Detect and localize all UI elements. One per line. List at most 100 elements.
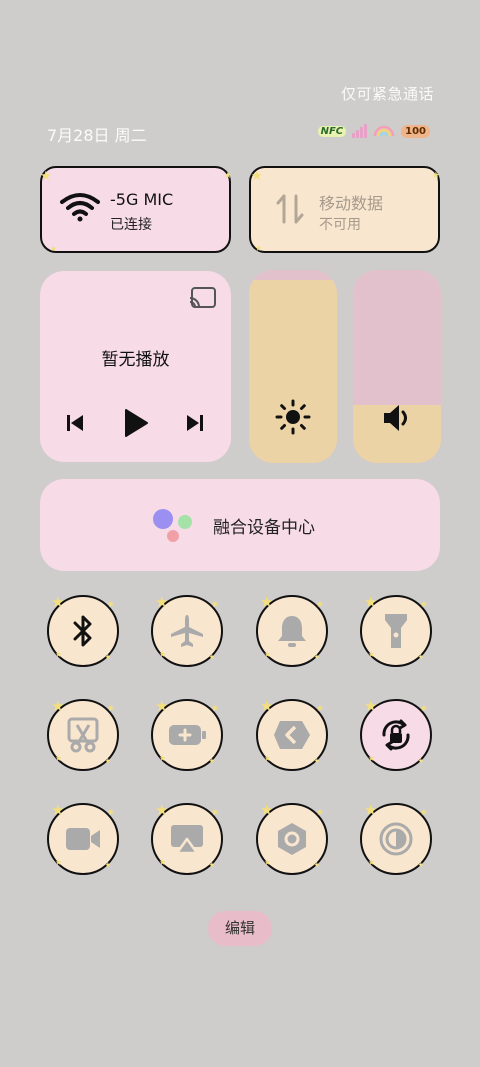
screencast-toggle[interactable]: ★ ★ ★ ★ bbox=[151, 803, 223, 875]
star-decoration-icon: ★ bbox=[159, 754, 167, 763]
star-decoration-icon: ★ bbox=[208, 861, 215, 869]
status-icons: NFC 100 bbox=[317, 124, 430, 138]
star-decoration-icon: ★ bbox=[106, 704, 115, 714]
previous-icon[interactable] bbox=[64, 411, 86, 435]
star-decoration-icon: ★ bbox=[210, 704, 219, 714]
media-player-card[interactable]: 暂无播放 bbox=[40, 271, 231, 462]
rotation-lock-toggle[interactable]: ★ ★ ★ ★ bbox=[360, 699, 432, 771]
battery-saver-icon bbox=[169, 725, 206, 745]
dark-mode-icon bbox=[379, 822, 413, 856]
star-decoration-icon: ★ bbox=[368, 754, 376, 763]
star-decoration-icon: ★ bbox=[51, 697, 65, 715]
star-decoration-icon: ★ bbox=[313, 861, 320, 869]
star-decoration-icon: ★ bbox=[431, 171, 440, 181]
date-label: 7月28日 周二 bbox=[47, 126, 147, 145]
star-decoration-icon: ★ bbox=[40, 169, 52, 184]
device-center-label: 融合设备中心 bbox=[213, 518, 315, 538]
star-decoration-icon: ★ bbox=[159, 858, 167, 867]
wifi-tile[interactable]: ★ ★ ★ -5G MIC 已连接 bbox=[40, 166, 232, 253]
star-decoration-icon: ★ bbox=[364, 801, 378, 819]
star-decoration-icon: ★ bbox=[260, 801, 274, 819]
star-decoration-icon: ★ bbox=[106, 600, 115, 610]
star-decoration-icon: ★ bbox=[315, 600, 324, 610]
star-decoration-icon: ★ bbox=[264, 858, 272, 867]
star-decoration-icon: ★ bbox=[419, 704, 428, 714]
star-decoration-icon: ★ bbox=[50, 244, 58, 253]
star-decoration-icon: ★ bbox=[315, 704, 324, 714]
airplane-icon bbox=[171, 615, 203, 647]
sound-mode-toggle[interactable]: ★ ★ ★ ★ bbox=[256, 595, 328, 667]
battery-saver-toggle[interactable]: ★ ★ ★ ★ bbox=[151, 699, 223, 771]
airplane-mode-toggle[interactable]: ★ ★ ★ ★ bbox=[151, 595, 223, 667]
star-decoration-icon: ★ bbox=[208, 757, 215, 765]
star-decoration-icon: ★ bbox=[260, 697, 274, 715]
star-decoration-icon: ★ bbox=[159, 650, 167, 659]
nfc-icon: NFC bbox=[317, 125, 347, 137]
star-decoration-icon: ★ bbox=[313, 757, 320, 765]
star-decoration-icon: ★ bbox=[364, 697, 378, 715]
screencast-icon bbox=[171, 825, 203, 855]
mobile-data-tile[interactable]: ★ ★ ★ 移动数据 不可用 bbox=[249, 166, 440, 253]
star-decoration-icon: ★ bbox=[260, 593, 274, 611]
star-decoration-icon: ★ bbox=[255, 244, 263, 253]
star-decoration-icon: ★ bbox=[264, 650, 272, 659]
bluetooth-icon bbox=[73, 615, 92, 647]
star-decoration-icon: ★ bbox=[315, 808, 324, 818]
star-decoration-icon: ★ bbox=[417, 653, 424, 661]
mobile-data-title: 移动数据 bbox=[319, 194, 384, 213]
screenshot-toggle[interactable]: ★ ★ ★ ★ bbox=[47, 699, 119, 771]
star-decoration-icon: ★ bbox=[368, 650, 376, 659]
star-decoration-icon: ★ bbox=[51, 801, 65, 819]
star-decoration-icon: ★ bbox=[264, 754, 272, 763]
next-icon[interactable] bbox=[184, 411, 206, 435]
star-decoration-icon: ★ bbox=[364, 593, 378, 611]
star-decoration-icon: ★ bbox=[55, 754, 63, 763]
bell-icon bbox=[278, 616, 306, 647]
volume-slider[interactable] bbox=[353, 270, 441, 463]
screen-record-icon bbox=[66, 828, 100, 850]
star-decoration-icon: ★ bbox=[210, 808, 219, 818]
dark-mode-toggle[interactable]: ★ ★ ★ ★ bbox=[360, 803, 432, 875]
screenshot-icon bbox=[67, 717, 99, 753]
star-decoration-icon: ★ bbox=[419, 600, 428, 610]
data-arrows-icon bbox=[276, 194, 304, 224]
flashlight-icon bbox=[385, 614, 407, 648]
star-decoration-icon: ★ bbox=[419, 808, 428, 818]
brightness-icon bbox=[275, 399, 311, 435]
device-center-card[interactable]: 融合设备中心 bbox=[40, 479, 440, 571]
settings-toggle[interactable]: ★ ★ ★ ★ bbox=[256, 803, 328, 875]
star-decoration-icon: ★ bbox=[417, 757, 424, 765]
star-decoration-icon: ★ bbox=[104, 757, 111, 765]
emergency-calls-only: 仅可紧急通话 bbox=[340, 85, 434, 103]
star-decoration-icon: ★ bbox=[55, 650, 63, 659]
screen-record-toggle[interactable]: ★ ★ ★ ★ bbox=[47, 803, 119, 875]
rainbow-icon bbox=[373, 125, 395, 137]
cast-icon[interactable] bbox=[189, 286, 217, 310]
star-decoration-icon: ★ bbox=[208, 653, 215, 661]
star-decoration-icon: ★ bbox=[155, 697, 169, 715]
now-playing-status: 暂无播放 bbox=[101, 350, 170, 370]
settings-icon bbox=[278, 823, 306, 855]
star-decoration-icon: ★ bbox=[104, 861, 111, 869]
star-decoration-icon: ★ bbox=[106, 808, 115, 818]
share-icon bbox=[274, 721, 310, 749]
flashlight-toggle[interactable]: ★ ★ ★ ★ bbox=[360, 595, 432, 667]
bluetooth-toggle[interactable]: ★ ★ ★ ★ bbox=[47, 595, 119, 667]
star-decoration-icon: ★ bbox=[155, 801, 169, 819]
star-decoration-icon: ★ bbox=[51, 593, 65, 611]
star-decoration-icon: ★ bbox=[210, 600, 219, 610]
star-decoration-icon: ★ bbox=[223, 171, 232, 181]
wifi-icon bbox=[60, 193, 100, 222]
star-decoration-icon: ★ bbox=[368, 858, 376, 867]
play-icon[interactable] bbox=[122, 407, 150, 439]
battery-icon: 100 bbox=[401, 124, 430, 138]
star-decoration-icon: ★ bbox=[313, 653, 320, 661]
star-decoration-icon: ★ bbox=[55, 858, 63, 867]
signal-icon bbox=[352, 124, 368, 138]
wifi-network-name: -5G MIC bbox=[110, 190, 174, 209]
star-decoration-icon: ★ bbox=[104, 653, 111, 661]
edit-button[interactable]: 编辑 bbox=[208, 911, 272, 946]
share-toggle[interactable]: ★ ★ ★ ★ bbox=[256, 699, 328, 771]
brightness-slider[interactable] bbox=[249, 270, 337, 463]
wifi-status: 已连接 bbox=[110, 217, 152, 233]
